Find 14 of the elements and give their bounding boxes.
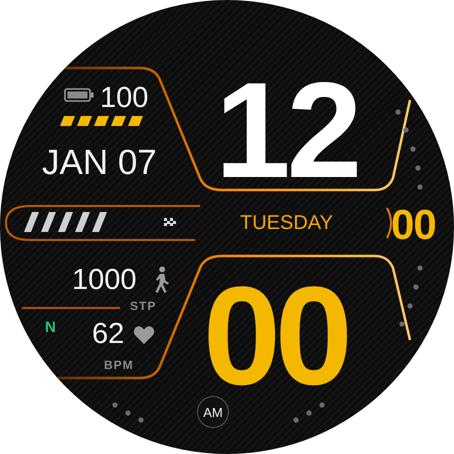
steps-unit: STP xyxy=(130,300,156,312)
battery-value: 100 xyxy=(100,84,148,113)
heart-icon xyxy=(133,325,155,345)
heart-rate-unit: BPM xyxy=(104,359,134,371)
status-indicator: N xyxy=(45,320,56,335)
date: JAN 07 xyxy=(42,145,157,180)
hours: 12 xyxy=(215,62,358,198)
checkered-flag-icon xyxy=(164,218,176,226)
am-pm-button[interactable]: AM xyxy=(197,396,229,428)
seconds: 00 xyxy=(391,204,436,246)
heart-rate: 62 xyxy=(92,320,124,349)
weekday: TUESDAY xyxy=(240,213,333,233)
battery-icon xyxy=(64,88,94,102)
step-count: 1000 xyxy=(72,266,137,295)
